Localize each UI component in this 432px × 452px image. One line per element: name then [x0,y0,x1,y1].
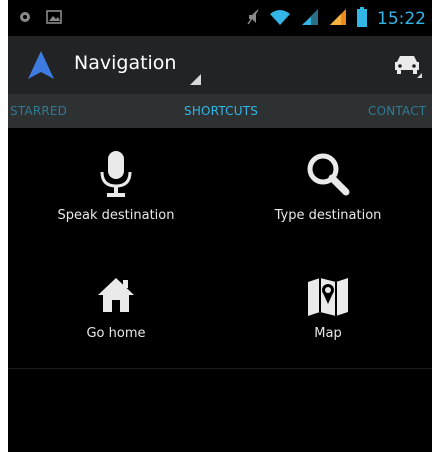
tab-contacts[interactable]: CONTACT [368,104,426,118]
signal-icon [329,8,347,30]
tab-starred[interactable]: STARRED [10,104,67,118]
battery-icon [357,7,367,31]
home-icon [16,276,216,320]
tab-shortcuts[interactable]: SHORTCUTS [184,104,258,118]
search-icon [228,150,428,202]
map-icon [228,276,428,320]
spinner-indicator-icon[interactable] [190,70,201,89]
phone-screen: 15:22 Navigation STARRED SHORTCUTS CONTA… [8,0,432,452]
status-bar: 15:22 [8,0,432,36]
action-bar: Navigation [8,36,432,94]
shortcut-label: Speak destination [57,208,175,223]
status-time: 15:22 [377,9,426,29]
map-button[interactable]: Map [228,276,428,341]
navigation-arrow-icon[interactable] [26,50,56,84]
type-destination-button[interactable]: Type destination [228,150,428,223]
wifi-icon [269,8,291,30]
shortcuts-panel: Speak destination Type destination Go ho… [8,128,432,452]
go-home-button[interactable]: Go home [16,276,216,341]
shortcut-label: Type destination [274,208,382,223]
notification-dot-icon [18,9,32,28]
speak-destination-button[interactable]: Speak destination [16,150,216,223]
image-icon [46,9,62,28]
mute-icon [247,8,259,30]
shortcut-label: Map [314,326,342,341]
car-icon[interactable] [392,52,422,82]
tab-bar: STARRED SHORTCUTS CONTACT [8,94,432,128]
app-title[interactable]: Navigation [74,52,176,74]
shortcut-label: Go home [86,326,146,341]
microphone-icon [16,150,216,202]
signal-icon [301,8,319,30]
divider [8,368,432,369]
